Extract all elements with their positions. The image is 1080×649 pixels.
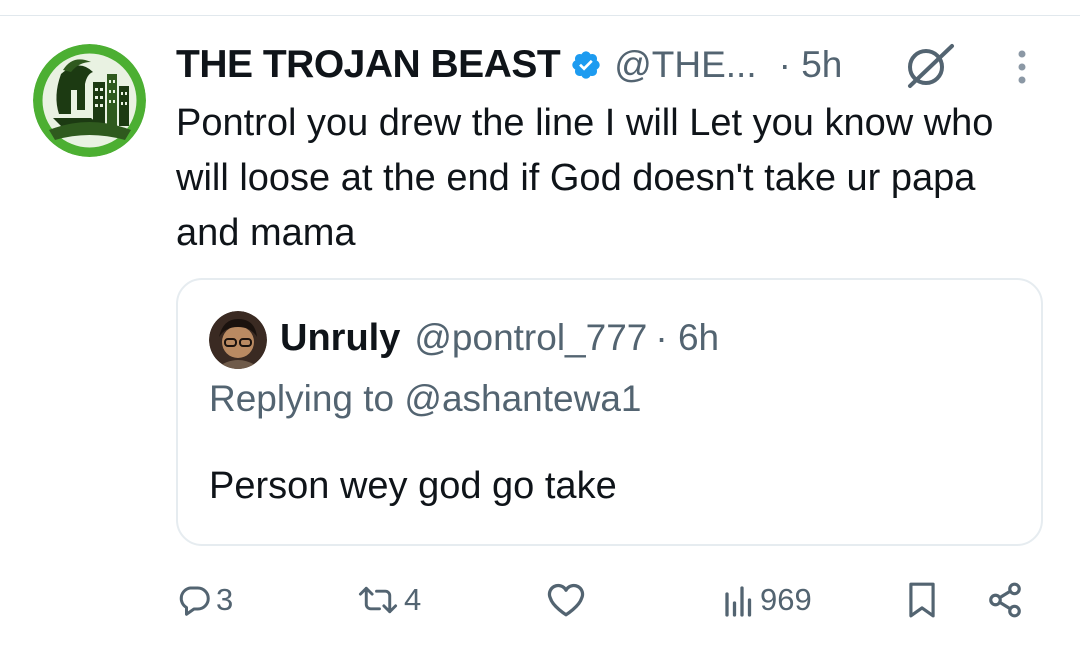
- views-icon: [722, 582, 756, 618]
- like-button[interactable]: [546, 578, 586, 622]
- author-display-name[interactable]: THE TROJAN BEAST: [176, 43, 561, 87]
- share-icon: [986, 581, 1024, 619]
- share-button[interactable]: [986, 578, 1024, 622]
- quoted-tweet-header: Unruly @pontrol_777 · 6h: [280, 313, 719, 363]
- author-handle[interactable]: @THE...: [614, 44, 756, 86]
- tweet-timestamp[interactable]: · 5h: [779, 44, 843, 86]
- views-button[interactable]: 969: [722, 578, 812, 622]
- bookmark-button[interactable]: [906, 578, 938, 622]
- tweet-header: THE TROJAN BEAST @THE... · 5h: [176, 40, 842, 90]
- quoted-tweet-timestamp: · 6h: [655, 317, 720, 358]
- repost-button[interactable]: 4: [356, 578, 421, 622]
- grok-icon[interactable]: [902, 42, 958, 90]
- reply-button[interactable]: 3: [176, 578, 233, 622]
- replying-to-text: Replying to @ashantewa1: [209, 378, 642, 419]
- quoted-author-display-name: Unruly: [280, 316, 401, 359]
- quoted-author-avatar: [209, 311, 267, 369]
- top-divider: [0, 15, 1080, 16]
- quoted-tweet-text: Person wey god go take: [209, 465, 617, 507]
- reply-count: 3: [216, 582, 234, 617]
- more-vertical-icon[interactable]: [1010, 48, 1034, 88]
- verified-badge-icon[interactable]: [570, 49, 602, 81]
- tweet-text: Pontrol you drew the line I will Let you…: [176, 102, 994, 254]
- quoted-author-handle: @pontrol_777: [414, 317, 648, 358]
- author-avatar[interactable]: [33, 44, 146, 157]
- like-icon: [546, 582, 586, 618]
- reply-icon: [176, 582, 212, 618]
- repost-count: 4: [404, 582, 422, 617]
- views-count: 969: [760, 582, 812, 617]
- bookmark-icon: [906, 581, 938, 619]
- repost-icon: [356, 582, 400, 618]
